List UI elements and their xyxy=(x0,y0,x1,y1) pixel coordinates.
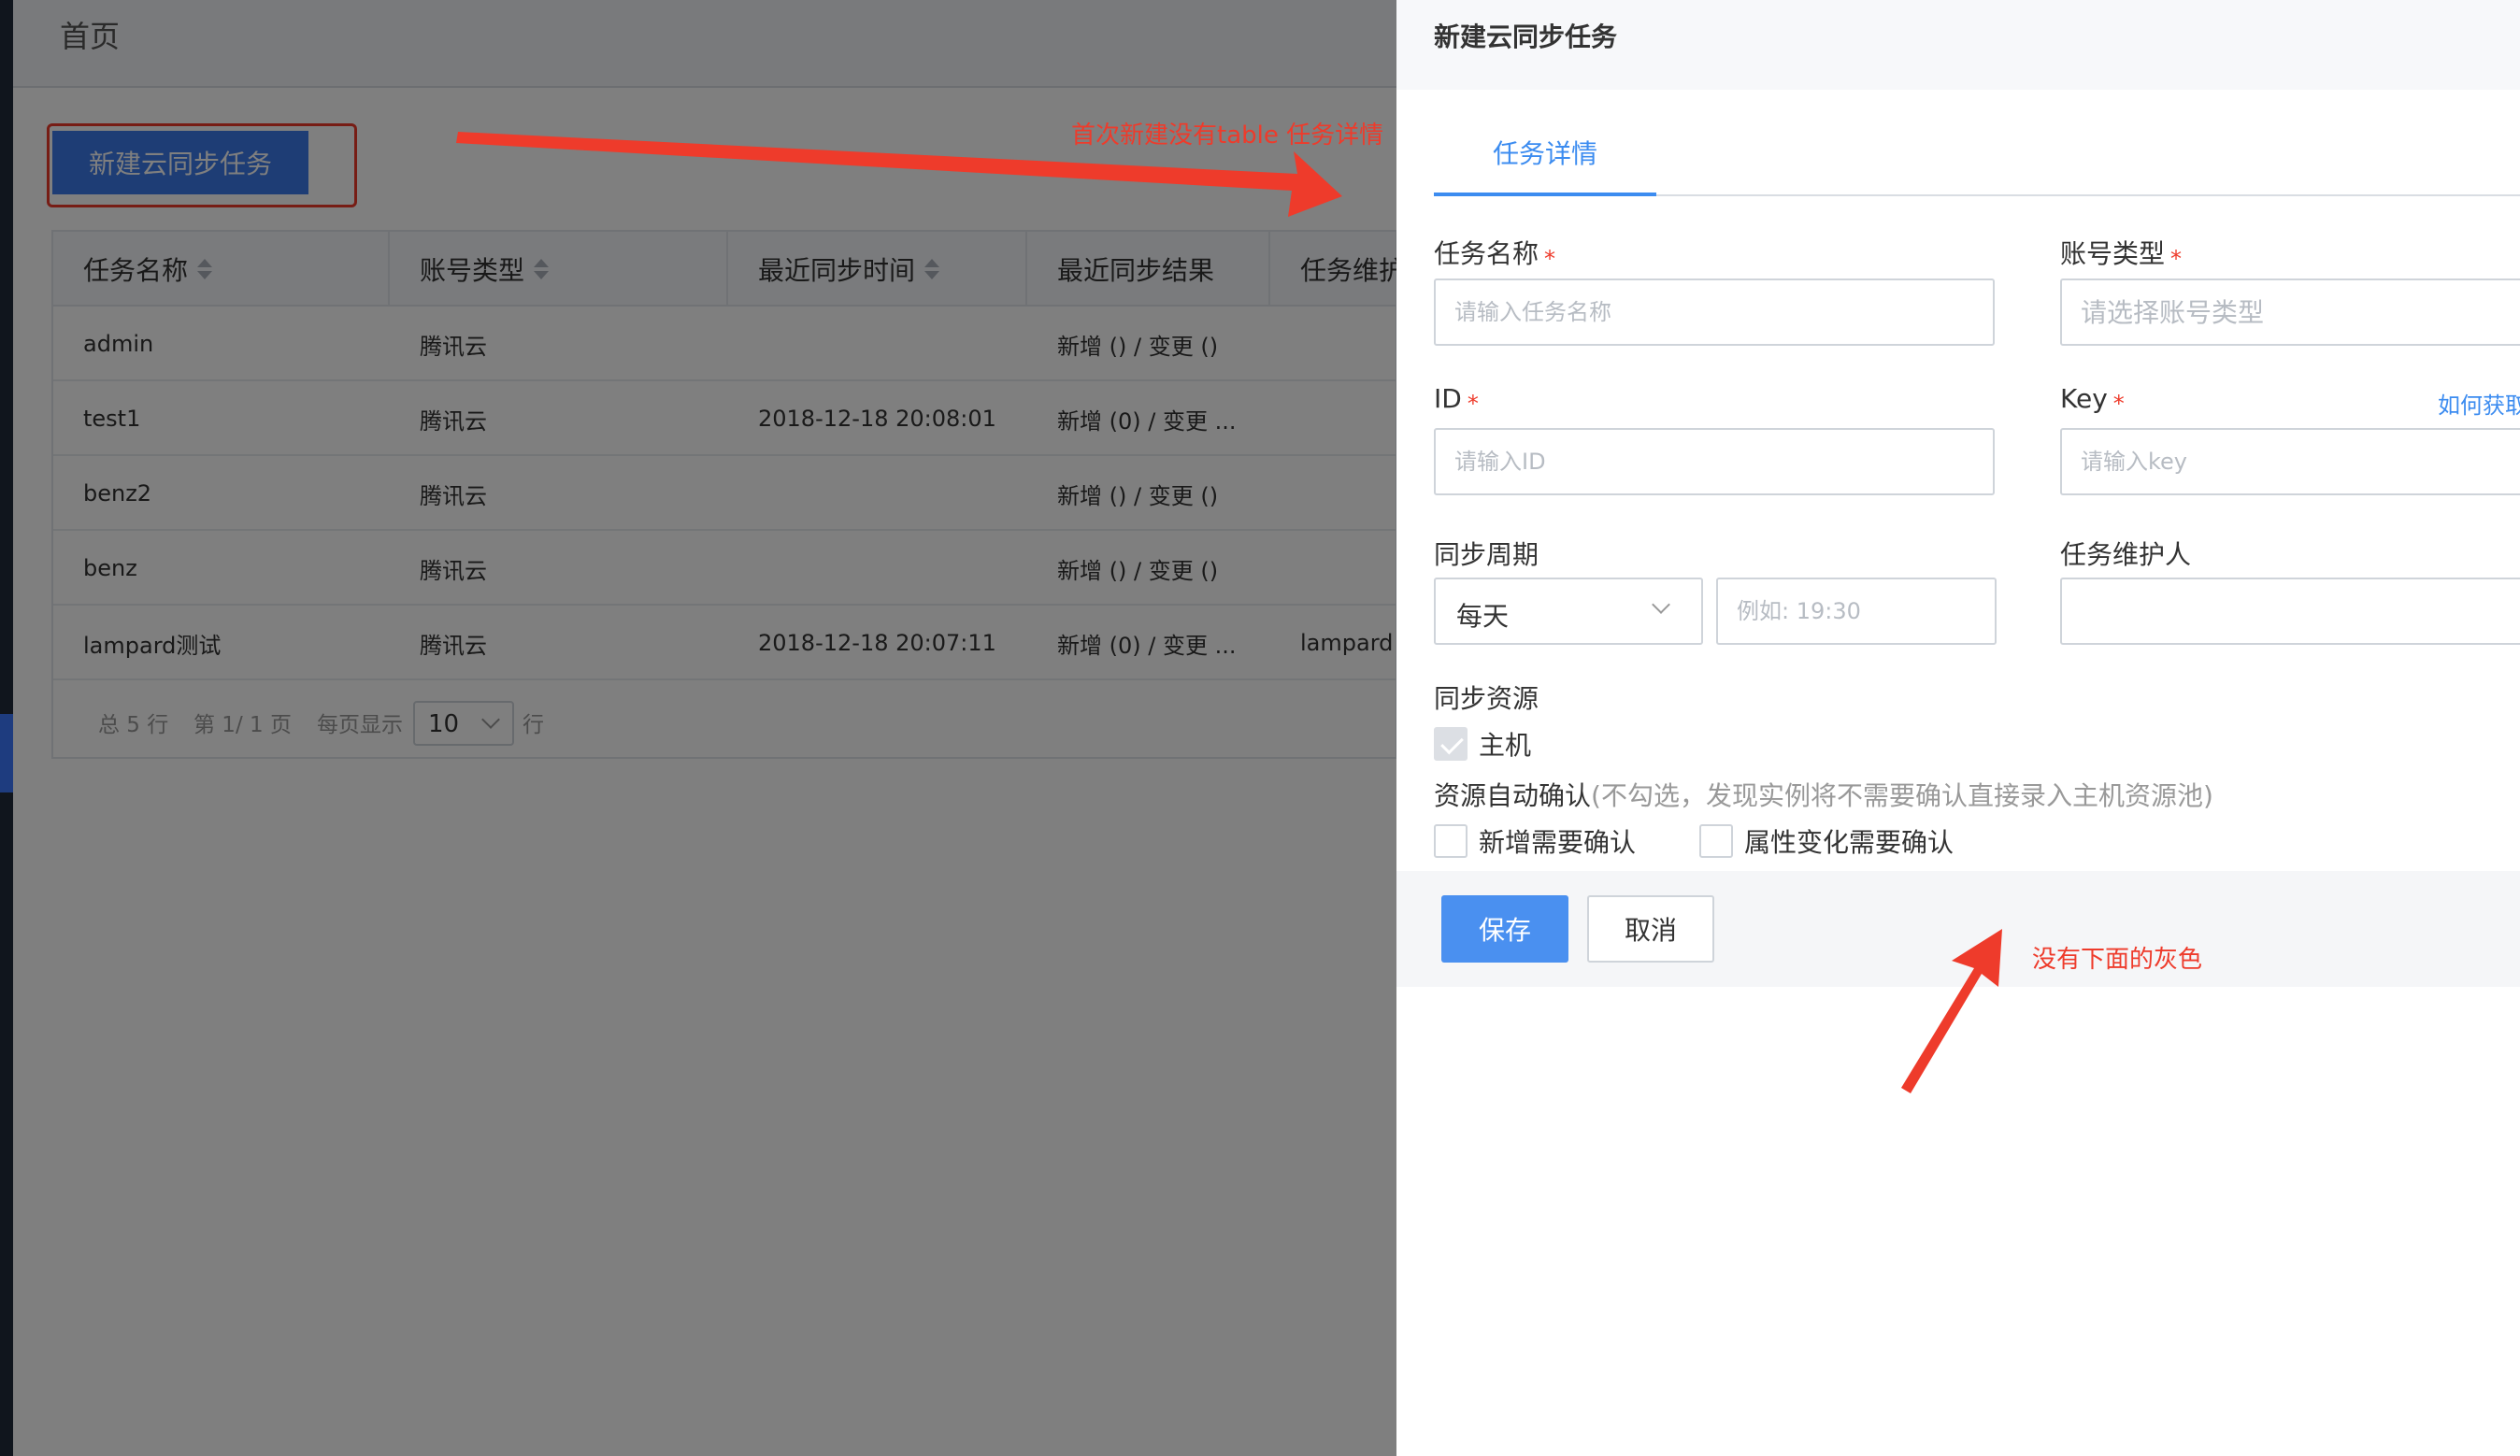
host-checkbox-label: 主机 xyxy=(1479,730,1532,761)
key-label-text: Key xyxy=(2060,383,2108,414)
auto-confirm-hint: (不勾选，发现实例将不需要确认直接录入主机资源池) xyxy=(1591,780,2213,811)
account-type-label: 账号类型 * xyxy=(2060,234,2182,272)
required-mark: * xyxy=(2170,246,2183,272)
maintainer-label: 任务维护人 xyxy=(2060,539,2192,570)
annotation-note-bottom: 没有下面的灰色 xyxy=(2032,946,2203,974)
id-label: ID * xyxy=(1434,383,1479,417)
drawer-footer: 保存 取消 xyxy=(1396,871,2520,987)
sync-cycle-value: 每天 xyxy=(1456,601,1510,632)
change-confirm-checkbox[interactable] xyxy=(1699,824,1733,858)
host-checkbox[interactable] xyxy=(1434,727,1468,761)
new-task-drawer: 新建云同步任务 任务详情 任务名称* 账号类型* ID* Key* 如何获取 同… xyxy=(1396,0,2520,1456)
required-mark: * xyxy=(1544,246,1556,272)
annotation-note-top: 首次新建没有table 任务详情 xyxy=(1071,121,1384,150)
maintainer-input[interactable] xyxy=(2060,578,2520,645)
auto-confirm-label-text: 资源自动确认 xyxy=(1434,780,1592,811)
add-confirm-checkbox[interactable] xyxy=(1434,824,1468,858)
sync-cycle-select[interactable]: 每天 xyxy=(1434,578,1703,645)
cancel-button[interactable]: 取消 xyxy=(1587,895,1714,963)
account-type-label-text: 账号类型 xyxy=(2060,238,2166,269)
account-type-select[interactable] xyxy=(2060,278,2520,346)
drawer-title: 新建云同步任务 xyxy=(1434,21,1618,52)
tab-task-detail[interactable]: 任务详情 xyxy=(1434,112,1656,196)
id-label-text: ID xyxy=(1434,383,1462,414)
required-mark: * xyxy=(1467,391,1479,417)
modal-overlay[interactable] xyxy=(0,0,1396,1456)
required-mark: * xyxy=(2112,391,2125,417)
drawer-header: 新建云同步任务 xyxy=(1396,0,2520,90)
sync-cycle-label: 同步周期 xyxy=(1434,539,1539,570)
tab-bar: 任务详情 xyxy=(1434,112,2520,196)
chevron-down-icon xyxy=(1652,595,1670,614)
sync-time-input[interactable] xyxy=(1716,578,1997,645)
add-confirm-label: 新增需要确认 xyxy=(1479,827,1637,858)
task-name-label: 任务名称 * xyxy=(1434,234,1555,272)
sync-resource-label: 同步资源 xyxy=(1434,683,1539,714)
key-label: Key * xyxy=(2060,383,2125,417)
auto-confirm-label: 资源自动确认(不勾选，发现实例将不需要确认直接录入主机资源池) xyxy=(1434,776,2213,813)
task-name-input[interactable] xyxy=(1434,278,1995,346)
id-input[interactable] xyxy=(1434,428,1995,495)
change-confirm-label: 属性变化需要确认 xyxy=(1744,827,1954,858)
key-input[interactable] xyxy=(2060,428,2520,495)
how-to-get-link[interactable]: 如何获取 xyxy=(2438,387,2520,420)
task-name-label-text: 任务名称 xyxy=(1434,238,1539,269)
save-button[interactable]: 保存 xyxy=(1441,895,1568,963)
